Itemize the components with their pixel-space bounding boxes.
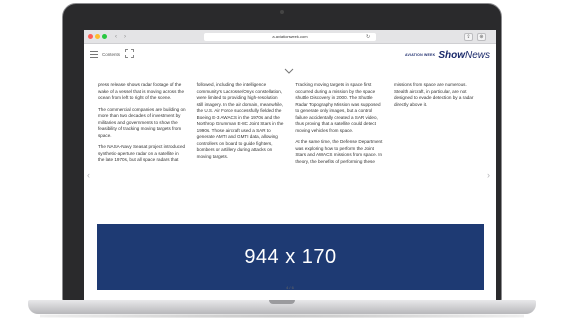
- next-page-arrow-icon[interactable]: ›: [487, 170, 490, 180]
- fullscreen-icon[interactable]: [125, 49, 134, 58]
- browser-chrome: ‹ › a.aviationweek.com ↻ ⇪ ⊕: [84, 30, 496, 44]
- ad-size-label: 944 x 170: [244, 245, 337, 268]
- previous-page-arrow-icon[interactable]: ‹: [87, 170, 90, 180]
- page-indicator: 4 / 6: [286, 285, 294, 290]
- chevron-down-icon[interactable]: [284, 68, 294, 74]
- paragraph: The commercial companies are building on…: [98, 106, 186, 138]
- camera-icon: [280, 10, 284, 14]
- laptop-base: [28, 300, 536, 314]
- paragraph: press release shows radar footage of the…: [98, 82, 185, 100]
- paragraph: The NASA-Navy Seasat project introduced …: [98, 144, 186, 162]
- address-bar[interactable]: a.aviationweek.com: [204, 33, 376, 41]
- paragraph: followed, including the intelligence com…: [196, 82, 284, 159]
- app-toolbar: Contents AVIATION WEEK Show News: [84, 44, 496, 66]
- paragraph: Tracking moving targets in space first o…: [295, 82, 381, 133]
- article-column: missions from space are numerous. Stealt…: [394, 82, 482, 202]
- laptop-mockup: ‹ › a.aviationweek.com ↻ ⇪ ⊕ Contents AV…: [0, 0, 563, 331]
- brand-show: Show: [438, 49, 465, 61]
- article-column: followed, including the intelligence com…: [197, 82, 285, 202]
- brand-logo: AVIATION WEEK Show News: [405, 49, 490, 61]
- laptop-notch: [269, 300, 295, 304]
- laptop-screen: ‹ › a.aviationweek.com ↻ ⇪ ⊕ Contents AV…: [84, 30, 496, 301]
- laptop-shadow: [40, 314, 524, 318]
- contents-button[interactable]: Contents: [102, 51, 120, 59]
- brand-news: News: [464, 49, 490, 61]
- article-column: press release shows radar footage of the…: [98, 82, 186, 202]
- paragraph: At the same time, the Defense Department…: [295, 139, 383, 164]
- new-tab-icon[interactable]: ⊕: [477, 33, 486, 41]
- article-column: Tracking moving targets in space first o…: [295, 82, 383, 202]
- close-window-button[interactable]: [88, 34, 93, 39]
- share-icon[interactable]: ⇪: [464, 33, 473, 41]
- reload-icon[interactable]: ↻: [366, 33, 370, 41]
- article-body: press release shows radar footage of the…: [98, 82, 482, 202]
- brand-prefix: AVIATION WEEK: [405, 53, 436, 57]
- back-arrow-icon[interactable]: ‹: [112, 33, 120, 41]
- minimize-window-button[interactable]: [95, 34, 100, 39]
- ad-placeholder[interactable]: 944 x 170: [97, 224, 484, 290]
- forward-arrow-icon[interactable]: ›: [121, 33, 129, 41]
- paragraph: missions from space are numerous. Stealt…: [393, 82, 474, 107]
- menu-icon[interactable]: [90, 51, 98, 58]
- maximize-window-button[interactable]: [102, 34, 107, 39]
